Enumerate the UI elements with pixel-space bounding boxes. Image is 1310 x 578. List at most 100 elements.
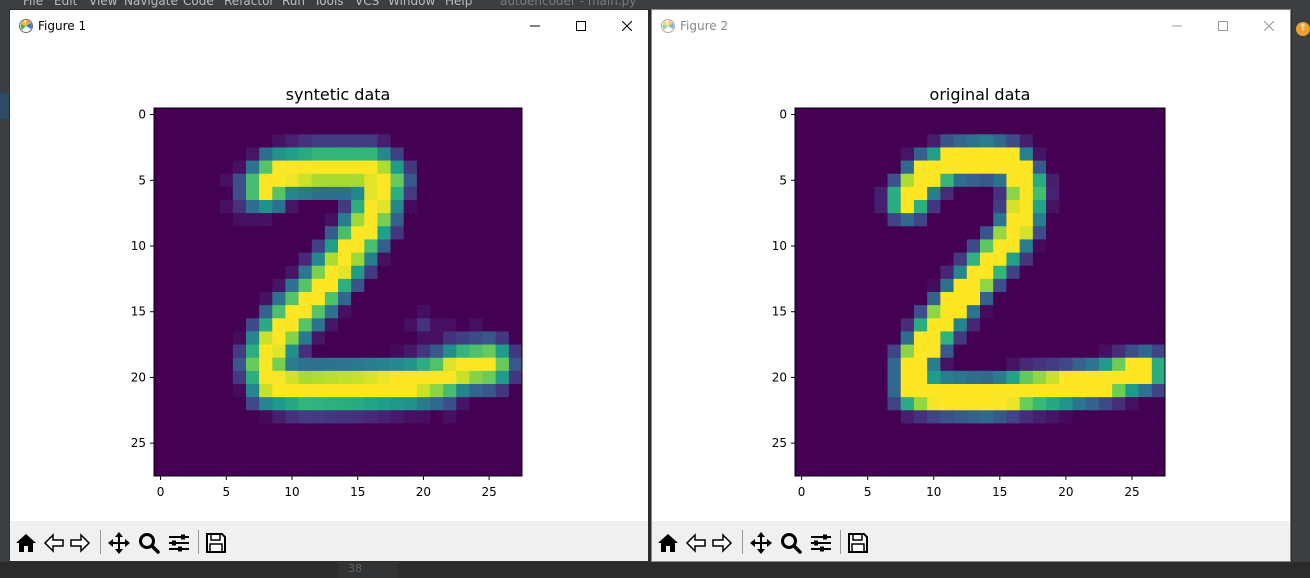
heatmap-cell xyxy=(180,344,194,359)
heatmap-cell xyxy=(1138,410,1153,424)
heatmap-cell xyxy=(1112,265,1126,280)
window-titlebar[interactable]: Figure 1 xyxy=(10,10,648,42)
heatmap-cell xyxy=(311,370,326,385)
heatmap-cell xyxy=(1072,397,1087,411)
heatmap-cell xyxy=(482,200,497,214)
heatmap-cell xyxy=(887,410,902,424)
heatmap-cell xyxy=(1019,384,1034,398)
heatmap-cell xyxy=(1032,108,1047,122)
zoom-icon[interactable] xyxy=(137,531,161,555)
heatmap-cell xyxy=(953,134,968,148)
heatmap-cell xyxy=(495,226,510,240)
heatmap-cell xyxy=(219,331,234,345)
heatmap-cell xyxy=(980,305,994,319)
menu-window[interactable]: Window xyxy=(388,0,435,8)
heatmap-cell xyxy=(364,278,378,293)
forward-icon[interactable] xyxy=(710,531,734,555)
heatmap-cell xyxy=(874,265,888,280)
menu-vcs[interactable]: VCS xyxy=(355,0,379,8)
heatmap-cell xyxy=(1125,357,1139,372)
heatmap-cell xyxy=(953,213,968,227)
heatmap-cell xyxy=(338,186,352,201)
zoom-icon[interactable] xyxy=(779,531,803,555)
maximize-button[interactable] xyxy=(1200,10,1246,42)
heatmap-cell xyxy=(900,462,915,477)
heatmap-cell xyxy=(469,147,483,161)
home-icon[interactable] xyxy=(656,531,680,555)
heatmap-cell xyxy=(1151,239,1166,253)
figure-canvas[interactable]: original data 0 5 10 15 20 25 0 5 10 15 20 25 xyxy=(652,42,1290,521)
heatmap-cell xyxy=(1072,462,1087,477)
menu-run[interactable]: Run xyxy=(282,0,305,8)
heatmap-cell xyxy=(1138,239,1153,253)
menu-refactor[interactable]: Refactor xyxy=(224,0,274,8)
back-icon[interactable] xyxy=(684,531,708,555)
heatmap-cell xyxy=(495,292,510,306)
heatmap-cell xyxy=(1006,147,1021,161)
forward-icon[interactable] xyxy=(68,531,92,555)
heatmap-cell xyxy=(495,265,510,280)
home-icon[interactable] xyxy=(14,531,38,555)
heatmap-cell xyxy=(1032,344,1047,359)
heatmap-cell xyxy=(795,173,809,188)
menu-edit[interactable]: Edit xyxy=(54,0,77,8)
minimize-button[interactable] xyxy=(512,10,558,42)
heatmap-cell xyxy=(874,305,888,319)
menu-code[interactable]: Code xyxy=(183,0,214,8)
heatmap-cell xyxy=(469,384,483,398)
heatmap-cell xyxy=(821,357,836,372)
heatmap-cell xyxy=(1032,147,1047,161)
menu-view[interactable]: View xyxy=(89,0,117,8)
heatmap-cell xyxy=(1125,252,1139,267)
menu-help[interactable]: Help xyxy=(445,0,472,8)
heatmap-cell xyxy=(259,265,273,280)
menu-tools[interactable]: Tools xyxy=(314,0,344,8)
save-icon[interactable] xyxy=(846,531,870,555)
heatmap-cell xyxy=(246,200,260,214)
heatmap-cell xyxy=(966,147,981,161)
heatmap-cell xyxy=(364,265,378,280)
window-titlebar[interactable]: Figure 2 xyxy=(652,10,1290,42)
heatmap-cell xyxy=(927,278,941,293)
heatmap-cell xyxy=(259,252,273,267)
heatmap-cell xyxy=(272,173,286,188)
close-button[interactable] xyxy=(604,10,648,42)
pan-icon[interactable] xyxy=(107,531,131,555)
back-icon[interactable] xyxy=(42,531,66,555)
figure-canvas[interactable]: syntetic data 0 5 10 15 20 25 0 5 10 15 20 25 xyxy=(10,42,648,521)
close-button[interactable] xyxy=(1246,10,1290,42)
save-icon[interactable] xyxy=(204,531,228,555)
heatmap-cell xyxy=(180,449,194,464)
minimize-button[interactable] xyxy=(1154,10,1200,42)
heatmap-cell xyxy=(874,213,888,227)
heatmap-cell xyxy=(1006,357,1021,372)
heatmap-cell xyxy=(469,252,483,267)
update-badge-icon[interactable]: ↑ xyxy=(1296,22,1310,36)
heatmap-cell xyxy=(1072,108,1087,122)
heatmap-cell xyxy=(913,305,928,319)
heatmap-cell xyxy=(1112,423,1126,437)
configure-subplots-icon[interactable] xyxy=(167,531,191,555)
heatmap-cell xyxy=(193,305,207,319)
heatmap-cell xyxy=(232,331,247,345)
heatmap-cell xyxy=(311,121,326,135)
configure-subplots-icon[interactable] xyxy=(809,531,833,555)
heatmap-cell xyxy=(232,305,247,319)
figure-window-2: Figure 2 original data 0 5 10 15 20 25 0 5 10 15… xyxy=(651,9,1291,562)
heatmap-cell xyxy=(1098,173,1113,188)
heatmap-cell xyxy=(808,370,822,385)
pan-icon[interactable] xyxy=(749,531,773,555)
heatmap-cell xyxy=(219,370,234,385)
ide-left-active-tab[interactable] xyxy=(0,93,9,119)
heatmap-cell xyxy=(1151,449,1166,464)
heatmap-cell xyxy=(1059,265,1073,280)
heatmap-cell xyxy=(416,384,431,398)
maximize-button[interactable] xyxy=(558,10,604,42)
heatmap-cell xyxy=(1138,173,1153,188)
menu-file[interactable]: File xyxy=(23,0,43,8)
menu-navigate[interactable]: Navigate xyxy=(124,0,178,8)
heatmap-cell xyxy=(795,147,809,161)
heatmap-cell xyxy=(508,436,523,451)
heatmap-cell xyxy=(272,410,286,424)
heatmap-cell xyxy=(495,121,510,135)
